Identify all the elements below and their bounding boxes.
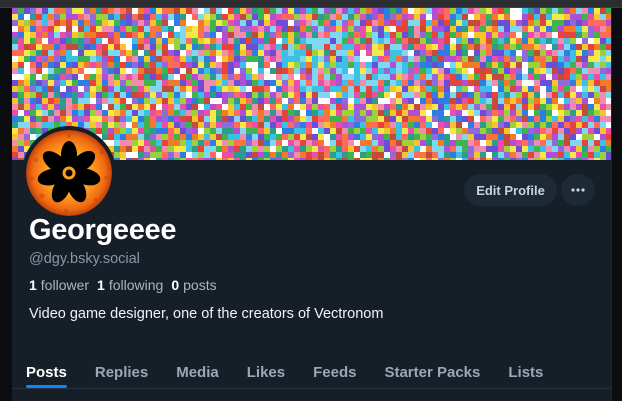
tab-label: Starter Packs bbox=[384, 363, 481, 381]
profile-handle: @dgy.bsky.social bbox=[29, 251, 140, 267]
profile-stats: 1 follower 1 following 0 posts bbox=[29, 277, 225, 293]
avatar-flower-image bbox=[26, 130, 112, 216]
scrollbar-gutter[interactable] bbox=[611, 8, 622, 401]
profile-banner[interactable] bbox=[12, 8, 611, 160]
display-name: Georgeeee bbox=[29, 214, 177, 246]
posts-count: 0 bbox=[171, 277, 180, 293]
tab-label: Posts bbox=[26, 363, 67, 381]
tab-label: Feeds bbox=[313, 363, 357, 381]
posts-label: posts bbox=[183, 277, 217, 293]
followers-count: 1 bbox=[29, 277, 37, 293]
followers-label: follower bbox=[40, 277, 90, 293]
following-link[interactable]: 1 following bbox=[97, 277, 163, 293]
following-label: following bbox=[108, 277, 164, 293]
edit-profile-button[interactable]: Edit Profile bbox=[464, 174, 557, 206]
posts-stat: 0 posts bbox=[171, 277, 216, 293]
tab-label: Lists bbox=[508, 363, 544, 381]
tab-label: Replies bbox=[94, 363, 149, 381]
tabs-divider bbox=[12, 388, 611, 389]
profile-bio: Video game designer, one of the creators… bbox=[29, 306, 384, 322]
profile-panel: Edit Profile Georgeeee @dgy.bsky.social … bbox=[12, 8, 611, 401]
window-top-bar bbox=[0, 0, 622, 8]
avatar-frame[interactable] bbox=[22, 126, 116, 220]
tab-label: Likes bbox=[246, 363, 286, 381]
ellipsis-icon bbox=[571, 188, 585, 192]
avatar[interactable] bbox=[26, 130, 112, 216]
more-options-button[interactable] bbox=[561, 174, 595, 206]
followers-link[interactable]: 1 follower bbox=[29, 277, 89, 293]
tab-label: Media bbox=[176, 363, 219, 381]
banner-mosaic-image bbox=[12, 8, 611, 160]
left-gutter bbox=[0, 8, 12, 401]
following-count: 1 bbox=[97, 277, 105, 293]
